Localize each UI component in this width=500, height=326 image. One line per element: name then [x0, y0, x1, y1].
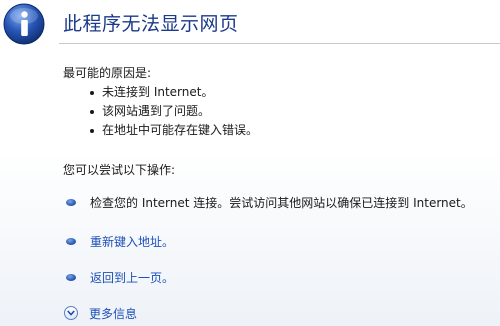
- list-item: 未连接到 Internet。: [90, 83, 258, 102]
- go-back-link[interactable]: 返回到上一页。: [90, 269, 174, 286]
- page-title: 此程序无法显示网页: [63, 13, 239, 35]
- info-icon: [3, 3, 45, 45]
- cause-text: 该网站遇到了问题。: [102, 104, 211, 118]
- action-go-back: 返回到上一页。: [66, 268, 174, 286]
- bullet-dot-icon: [90, 129, 94, 133]
- cause-text: 在地址中可能存在键入错误。: [102, 123, 259, 137]
- actions-heading: 您可以尝试以下操作:: [63, 163, 176, 177]
- bullet-dot-icon: [90, 110, 94, 114]
- list-item: 在地址中可能存在键入错误。: [90, 121, 258, 140]
- action-check-connection: 检查您的 Internet 连接。尝试访问其他网站以确保已连接到 Interne…: [66, 193, 473, 211]
- list-item: 该网站遇到了问题。: [90, 102, 258, 121]
- title-divider: [59, 43, 500, 44]
- chevron-down-icon[interactable]: [64, 306, 78, 320]
- more-info-link[interactable]: 更多信息: [89, 305, 137, 322]
- bullet-dot-icon: [90, 91, 94, 95]
- more-info-row: 更多信息: [64, 304, 137, 322]
- blue-bullet-icon: [66, 198, 76, 206]
- action-retype-address: 重新键入地址。: [66, 232, 174, 250]
- cause-list: 未连接到 Internet。 该网站遇到了问题。 在地址中可能存在键入错误。: [90, 83, 258, 140]
- cause-text: 未连接到 Internet。: [102, 85, 214, 99]
- blue-bullet-icon: [66, 237, 76, 245]
- check-connection-text: 检查您的 Internet 连接。尝试访问其他网站以确保已连接到 Interne…: [90, 195, 473, 210]
- blue-bullet-icon: [66, 273, 76, 281]
- retype-address-link[interactable]: 重新键入地址。: [90, 233, 174, 250]
- causes-heading: 最可能的原因是:: [63, 66, 152, 80]
